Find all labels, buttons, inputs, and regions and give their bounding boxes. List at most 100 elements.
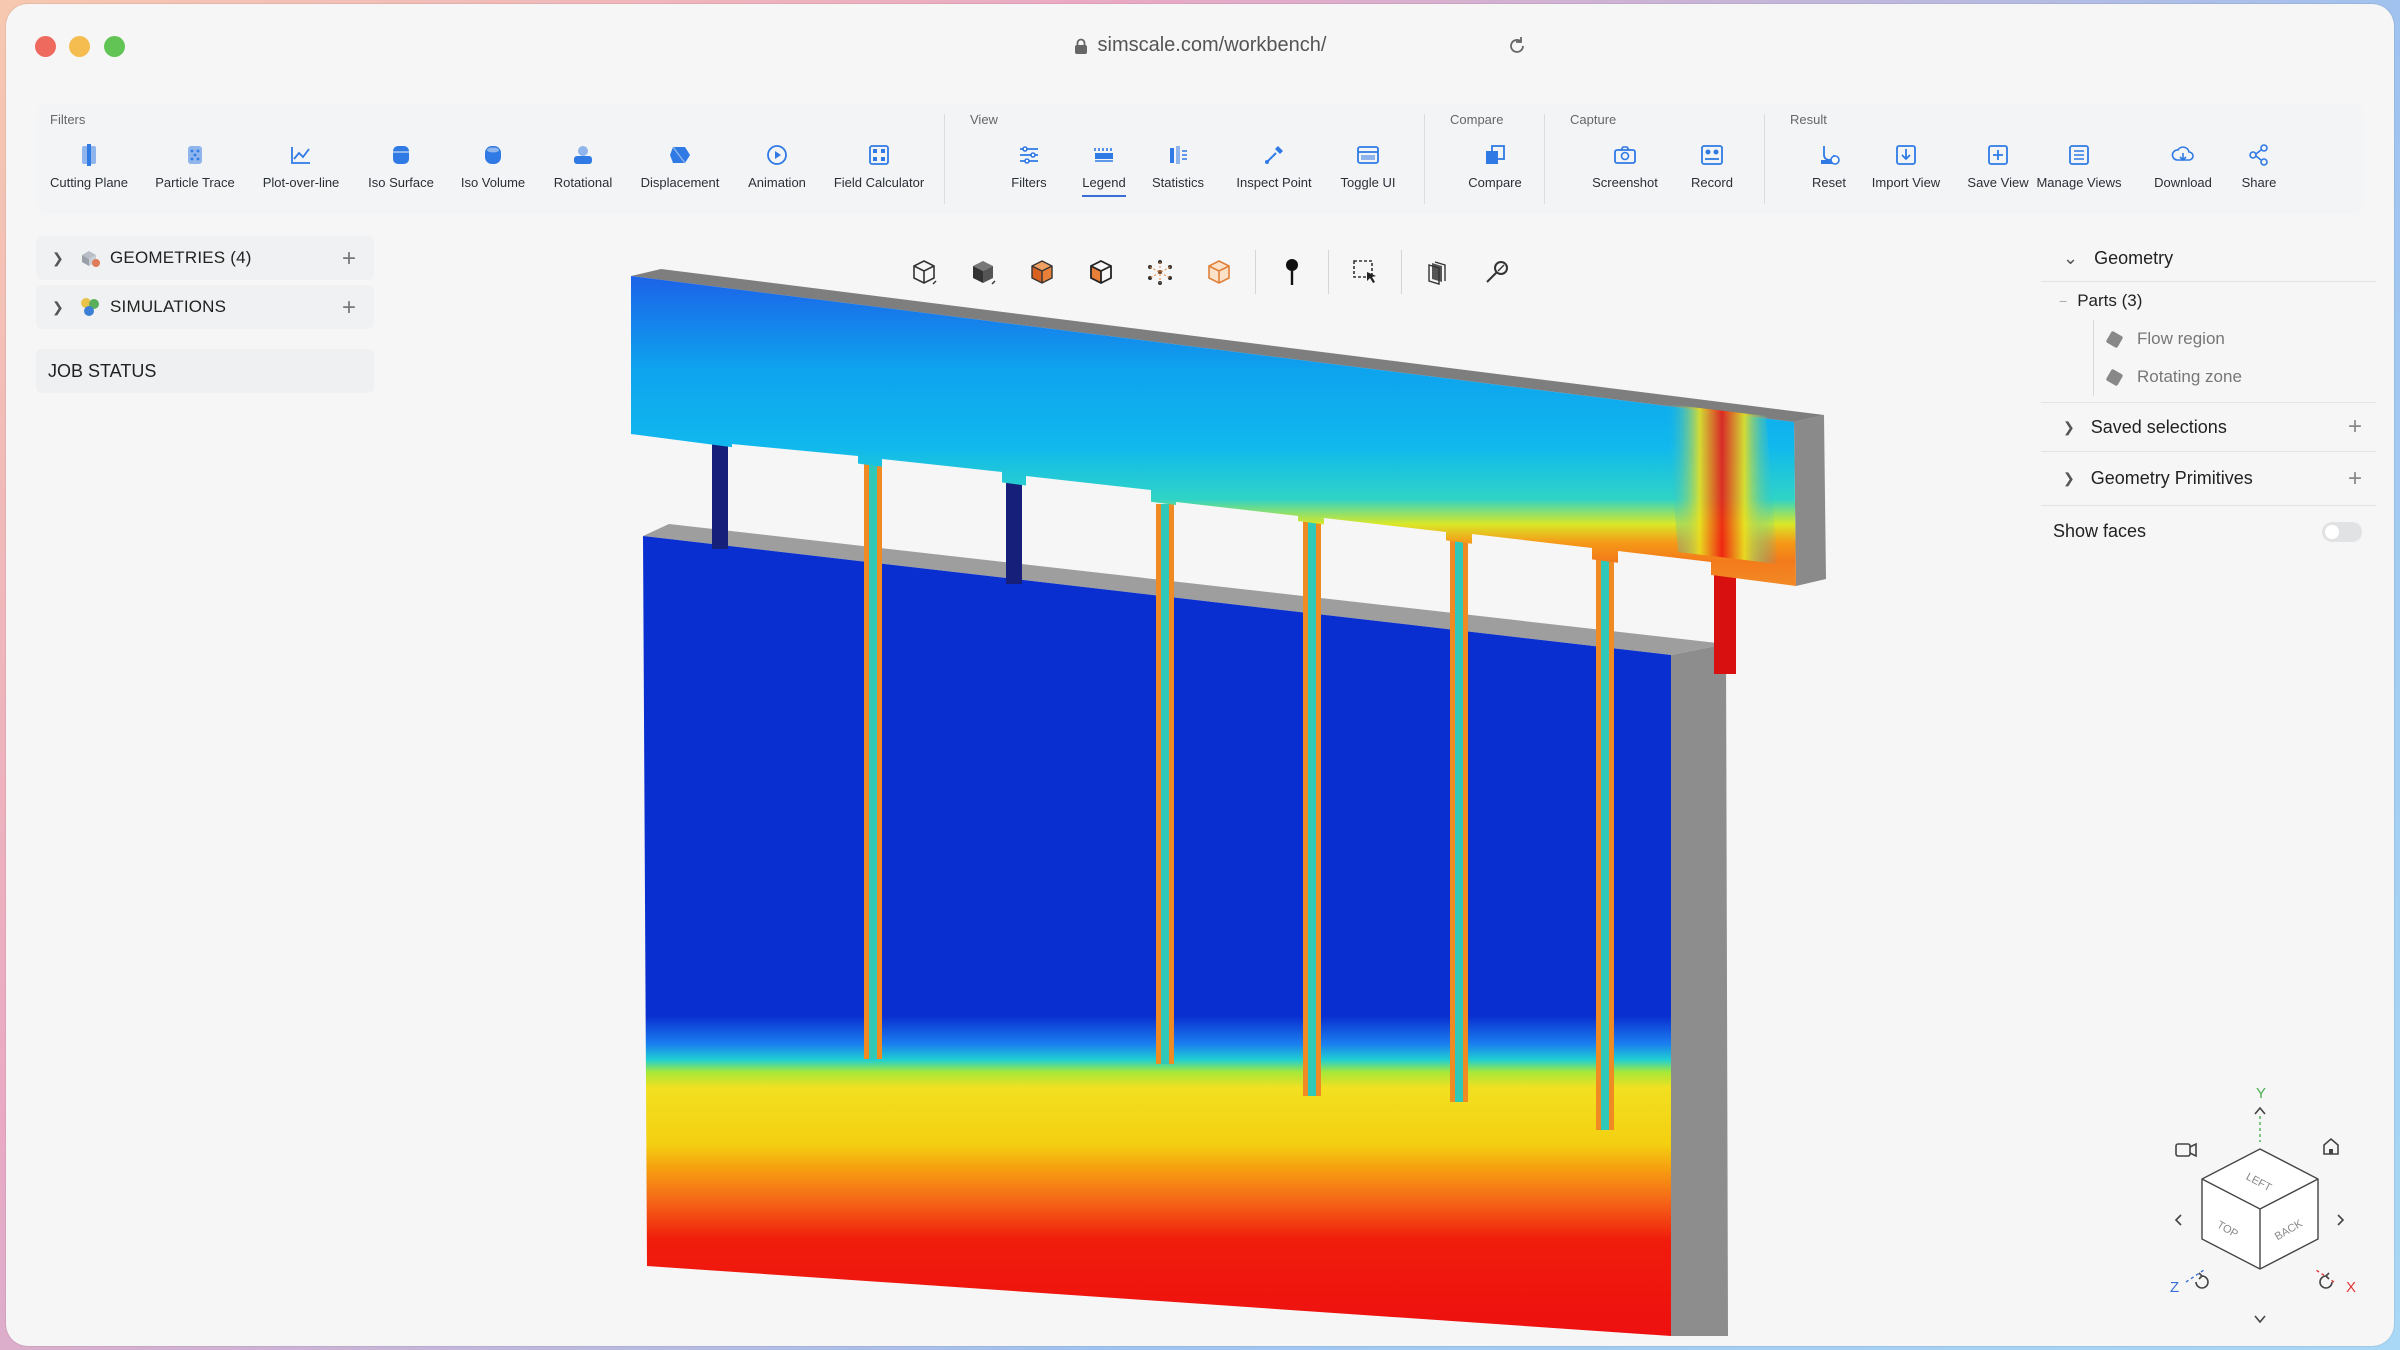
statistics-icon bbox=[1165, 142, 1191, 168]
camera-icon[interactable] bbox=[2175, 1142, 2197, 1158]
animation-button[interactable]: Animation bbox=[722, 142, 832, 190]
tool-label: Particle Trace bbox=[155, 175, 235, 190]
toolbar-divider bbox=[1328, 250, 1329, 294]
wireframe-cube-icon[interactable] bbox=[901, 249, 947, 295]
compare-icon bbox=[1482, 142, 1508, 168]
chevron-up-icon[interactable] bbox=[2254, 1106, 2266, 1115]
left-panel: ❯ GEOMETRIES (4) + ❯ SIMULATIONS + JOB S… bbox=[36, 236, 374, 393]
toolbar-group-label: Capture bbox=[1570, 112, 1617, 127]
tool-label: Inspect Point bbox=[1236, 175, 1312, 190]
tool-label: Share bbox=[2241, 175, 2277, 190]
tool-label: Cutting Plane bbox=[49, 175, 129, 190]
reset-icon bbox=[1816, 142, 1842, 168]
geometry-icon bbox=[78, 247, 102, 269]
tool-label: Animation bbox=[748, 175, 806, 190]
field-calculator-button[interactable]: Field Calculator bbox=[824, 142, 934, 190]
edges-highlight-icon[interactable] bbox=[1078, 249, 1124, 295]
rotational-button[interactable]: Rotational bbox=[528, 142, 638, 190]
displacement-button[interactable]: Displacement bbox=[625, 142, 735, 190]
home-icon[interactable] bbox=[2323, 1137, 2339, 1155]
collapse-icon[interactable]: − bbox=[2059, 293, 2067, 309]
toolbar-divider bbox=[944, 114, 945, 204]
plot-over-line-icon bbox=[288, 142, 314, 168]
add-selection-button[interactable]: + bbox=[2348, 413, 2362, 441]
chevron-right-icon[interactable]: ❯ bbox=[2063, 419, 2075, 436]
cutting-plane-button[interactable]: Cutting Plane bbox=[34, 142, 144, 190]
toolbar-group-label: Filters bbox=[50, 112, 86, 127]
manage-views-button[interactable]: Manage Views bbox=[2024, 142, 2134, 190]
job-status-item[interactable]: JOB STATUS bbox=[36, 349, 374, 393]
toolbar-group-capture: Capture Screenshot Record bbox=[1556, 104, 1776, 214]
record-icon bbox=[1699, 142, 1725, 168]
field-calculator-icon bbox=[866, 142, 892, 168]
tool-label: Save View bbox=[1967, 175, 2029, 190]
tool-label: Displacement bbox=[640, 175, 720, 190]
part-cube-icon bbox=[2105, 368, 2124, 386]
parts-label: Parts (3) bbox=[2077, 291, 2143, 310]
layers-icon[interactable] bbox=[1415, 249, 1461, 295]
tool-label: Manage Views bbox=[2036, 175, 2122, 190]
navigation-cube[interactable]: Y LEFT TOP BACK Z X bbox=[2166, 1084, 2386, 1334]
chevron-right-icon[interactable]: ❯ bbox=[52, 299, 64, 316]
toolbar-group-label: View bbox=[970, 112, 998, 127]
legend-icon bbox=[1091, 142, 1117, 168]
points-icon[interactable] bbox=[1137, 249, 1183, 295]
tool-label: Screenshot bbox=[1592, 175, 1658, 190]
box-select-icon[interactable] bbox=[1342, 249, 1388, 295]
reload-icon[interactable] bbox=[1506, 35, 1528, 62]
toolbar-group-result: Result Reset Import View Save View Manage Vi… bbox=[1776, 104, 2376, 214]
particle-trace-button[interactable]: Particle Trace bbox=[140, 142, 250, 190]
address-bar[interactable]: simscale.com/workbench/ bbox=[6, 34, 2394, 57]
add-primitive-button[interactable]: + bbox=[2348, 465, 2362, 493]
solid-cube-icon[interactable] bbox=[960, 249, 1006, 295]
particle-trace-icon bbox=[182, 142, 208, 168]
tool-label: Record bbox=[1691, 175, 1733, 190]
compare-button[interactable]: Compare bbox=[1440, 142, 1550, 190]
lock-icon bbox=[1074, 38, 1088, 54]
record-button[interactable]: Record bbox=[1657, 142, 1767, 190]
simulations-label: SIMULATIONS bbox=[110, 297, 227, 316]
toggle-ui-icon bbox=[1355, 142, 1381, 168]
flow-streams bbox=[712, 439, 1736, 1130]
filters-icon bbox=[1016, 142, 1042, 168]
toolbar-divider bbox=[1544, 114, 1545, 204]
toggle-ui-button[interactable]: Toggle UI bbox=[1313, 142, 1423, 190]
surface-edges-icon[interactable] bbox=[1019, 249, 1065, 295]
chevron-right-icon[interactable]: ❯ bbox=[2063, 470, 2075, 487]
show-faces-toggle[interactable] bbox=[2322, 522, 2362, 542]
probe-icon[interactable] bbox=[1474, 249, 1520, 295]
add-geometry-button[interactable]: + bbox=[342, 245, 356, 273]
displacement-icon bbox=[667, 142, 693, 168]
part-item-rotating-zone[interactable]: Rotating zone bbox=[2094, 358, 2376, 396]
tool-label: Iso Volume bbox=[460, 175, 526, 190]
chevron-left-icon[interactable] bbox=[2174, 1214, 2182, 1226]
tool-label: Compare bbox=[1468, 175, 1522, 190]
chevron-down-icon[interactable] bbox=[2254, 1315, 2266, 1324]
main-toolbar: Filters Cutting Plane Particle Trace Plot-o… bbox=[36, 104, 2364, 214]
parts-tree-item[interactable]: − Parts (3) bbox=[2041, 282, 2376, 320]
geometries-tree-item[interactable]: ❯ GEOMETRIES (4) + bbox=[36, 236, 374, 280]
saved-selections-item[interactable]: ❯ Saved selections + bbox=[2041, 402, 2376, 452]
tool-label: Field Calculator bbox=[833, 175, 925, 190]
toolbar-divider bbox=[1255, 250, 1256, 294]
part-item-flow-region[interactable]: Flow region bbox=[2094, 320, 2376, 358]
part-label: Flow region bbox=[2137, 329, 2225, 348]
pin-icon[interactable] bbox=[1269, 249, 1315, 295]
statistics-button[interactable]: Statistics bbox=[1123, 142, 1233, 190]
toolbar-divider bbox=[1764, 114, 1765, 204]
chevron-down-icon[interactable]: ⌄ bbox=[2063, 248, 2078, 269]
transparent-cube-icon[interactable] bbox=[1196, 249, 1242, 295]
simulations-tree-item[interactable]: ❯ SIMULATIONS + bbox=[36, 285, 374, 329]
geometry-primitives-item[interactable]: ❯ Geometry Primitives + bbox=[2041, 452, 2376, 506]
add-simulation-button[interactable]: + bbox=[342, 294, 356, 322]
rotate-right-icon[interactable] bbox=[2319, 1272, 2333, 1289]
share-button[interactable]: Share bbox=[2204, 142, 2314, 190]
y-axis-label: Y bbox=[2256, 1085, 2266, 1102]
chevron-right-icon[interactable]: ❯ bbox=[52, 250, 64, 267]
tool-label: Statistics bbox=[1151, 175, 1204, 190]
rotate-left-icon[interactable] bbox=[2195, 1272, 2209, 1289]
geometry-section-header[interactable]: ⌄ Geometry bbox=[2041, 236, 2376, 282]
chevron-right-icon[interactable] bbox=[2337, 1214, 2345, 1226]
plot-over-line-button[interactable]: Plot-over-line bbox=[246, 142, 356, 190]
tool-label: Reset bbox=[1812, 175, 1846, 190]
